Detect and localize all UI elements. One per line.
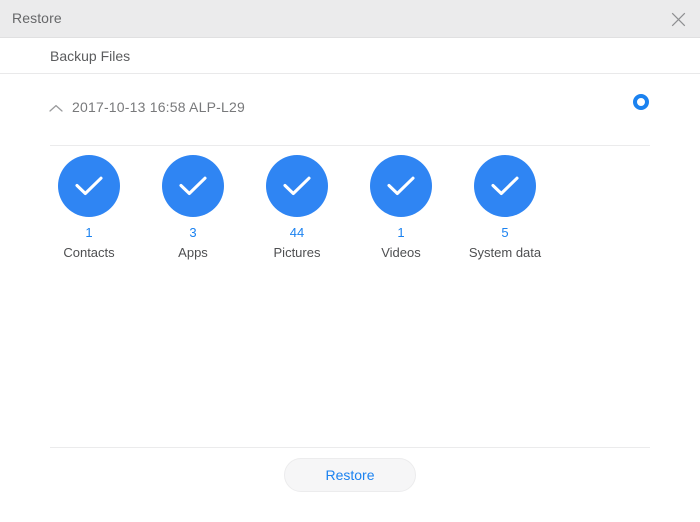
divider-above-footer [50, 447, 650, 448]
chevron-up-icon[interactable] [46, 98, 66, 118]
check-icon [58, 155, 120, 217]
category-label: Apps [141, 244, 245, 261]
category-item-system-data[interactable]: 5 System data [453, 155, 557, 261]
category-count: 1 [37, 225, 141, 241]
restore-dialog: Restore Backup Files 2017-10-13 16:58 AL… [0, 0, 700, 522]
close-icon [671, 12, 686, 27]
check-icon [162, 155, 224, 217]
category-item-videos[interactable]: 1 Videos [349, 155, 453, 261]
check-icon [370, 155, 432, 217]
backup-files-label: Backup Files [50, 47, 130, 65]
category-list: 1 Contacts 3 Apps 44 Pictures [0, 155, 700, 265]
category-item-contacts[interactable]: 1 Contacts [37, 155, 141, 261]
backup-files-header: Backup Files [0, 38, 700, 74]
category-label: Pictures [245, 244, 349, 261]
category-label: Videos [349, 244, 453, 261]
backup-select-radio[interactable] [633, 94, 649, 110]
check-icon [266, 155, 328, 217]
title-bar: Restore [0, 0, 700, 38]
window-title: Restore [12, 10, 62, 27]
category-item-pictures[interactable]: 44 Pictures [245, 155, 349, 261]
category-label: System data [453, 244, 557, 261]
category-count: 1 [349, 225, 453, 241]
divider-above-categories [50, 145, 650, 146]
check-icon [474, 155, 536, 217]
category-count: 44 [245, 225, 349, 241]
category-count: 5 [453, 225, 557, 241]
footer: Restore [0, 458, 700, 498]
restore-button[interactable]: Restore [284, 458, 416, 492]
category-item-apps[interactable]: 3 Apps [141, 155, 245, 261]
close-button[interactable] [664, 5, 692, 33]
category-count: 3 [141, 225, 245, 241]
backup-date-label: 2017-10-13 16:58 ALP-L29 [72, 97, 245, 117]
backup-entry-row[interactable]: 2017-10-13 16:58 ALP-L29 [0, 74, 700, 144]
category-label: Contacts [37, 244, 141, 261]
